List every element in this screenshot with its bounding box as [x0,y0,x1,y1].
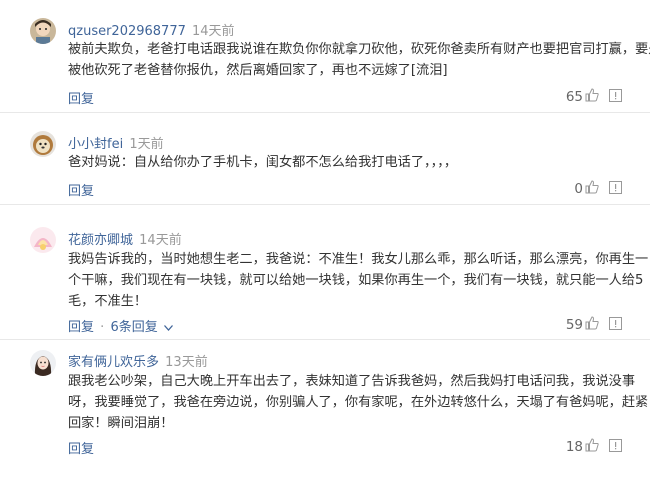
comment-line: 跟我老公吵架，自己大晚上开车出去了，表妹知道了告诉我爸妈，然后我妈打电话问我，我… [68,374,636,389]
reply-button[interactable]: 回复 [68,184,94,199]
like-count: 59 [565,316,583,333]
report-icon[interactable] [609,87,622,106]
comment-line: 毛，不准生！ [68,294,148,309]
reply-button[interactable]: 回复 [68,92,94,107]
timestamp: 14天前 [192,24,235,39]
comment-meta: 家有俩儿欢乐多 13天前 [68,351,208,370]
comment-tools: 0 [574,179,622,198]
report-icon[interactable] [609,315,622,334]
view-replies-button[interactable]: 6条回复 [110,320,173,335]
comment-tools: 65 [566,87,622,106]
username[interactable]: 花颜亦卿城 [68,233,133,248]
comment-line: 我妈告诉我的，当时她想生老二，我爸说：不准生！我女儿那么乖，那么听话，那么漂亮，… [68,252,649,267]
thumbs-up-icon[interactable] [585,437,599,456]
report-icon[interactable] [609,179,622,198]
timestamp: 14天前 [139,233,182,248]
like-count: 18 [565,438,583,455]
comment-actions: 回复 · 6条回复 [68,316,173,335]
comment-actions: 回复 [68,438,94,457]
comment-item: 家有俩儿欢乐多 13天前 跟我老公吵架，自己大晚上开车出去了，表妹知道了告诉我爸… [0,340,650,490]
comment-line: 爸对妈说：自从给你办了手机卡，闺女都不怎么给我打电话了，，，， [68,155,458,170]
comment-line: 被前夫欺负，老爸打电话跟我说谁在欺负你你就拿刀砍他，砍死你爸卖所有财产也要把官司… [68,42,650,57]
avatar[interactable] [30,350,56,376]
timestamp: 13天前 [165,355,208,370]
comment-text: 爸对妈说：自从给你办了手机卡，闺女都不怎么给我打电话了，，，， [68,152,628,173]
comment-item: 小小封fei 1天前 爸对妈说：自从给你办了手机卡，闺女都不怎么给我打电话了，，… [0,113,650,205]
thumbs-up-icon[interactable] [585,315,599,334]
avatar[interactable] [30,131,56,157]
comment-text: 跟我老公吵架，自己大晚上开车出去了，表妹知道了告诉我爸妈，然后我妈打电话问我，我… [68,371,649,434]
username[interactable]: 小小封fei [68,137,123,152]
like-count: 65 [565,88,583,105]
avatar[interactable] [30,18,56,44]
report-icon[interactable] [609,437,622,456]
username[interactable]: qzuser202968777 [68,24,186,39]
comment-text: 我妈告诉我的，当时她想生老二，我爸说：不准生！我女儿那么乖，那么听话，那么漂亮，… [68,249,649,312]
comment-actions: 回复 [68,180,94,199]
comment-text: 被前夫欺负，老爸打电话跟我说谁在欺负你你就拿刀砍他，砍死你爸卖所有财产也要把官司… [68,39,650,81]
reply-button[interactable]: 回复 [68,442,94,457]
comment-meta: qzuser202968777 14天前 [68,20,235,39]
thumbs-up-icon[interactable] [585,87,599,106]
chevron-down-icon [163,320,173,335]
comment-tools: 18 [566,437,622,456]
avatar[interactable] [30,227,56,253]
comment-meta: 花颜亦卿城 14天前 [68,229,182,248]
comment-line: 呀，我要睡觉了，我爸在旁边说，你别骗人了，你有家呢，在外边转悠什么，天塌了有爸妈… [68,395,649,410]
comment-tools: 59 [566,315,622,334]
comment-line: 回家！瞬间泪崩！ [68,416,174,431]
comment-meta: 小小封fei 1天前 [68,133,164,152]
like-count: 0 [574,180,583,197]
separator: · [100,320,105,335]
comment-line: 被他砍死了老爸替你报仇，然后离婚回家了，再也不远嫁了[流泪] [68,63,448,78]
comment-actions: 回复 [68,88,94,107]
comment-item: qzuser202968777 14天前 被前夫欺负，老爸打电话跟我说谁在欺负你… [0,0,650,113]
thumbs-up-icon[interactable] [585,179,599,198]
comment-item: 花颜亦卿城 14天前 我妈告诉我的，当时她想生老二，我爸说：不准生！我女儿那么乖… [0,205,650,340]
comment-line: 个干嘛，我们现在有一块钱，就可以给她一块钱，如果你再生一个，我们有一块钱，就只能… [68,273,644,288]
timestamp: 1天前 [129,137,164,152]
username[interactable]: 家有俩儿欢乐多 [68,355,159,370]
view-replies-label: 6条回复 [110,320,158,335]
reply-button[interactable]: 回复 [68,320,94,335]
